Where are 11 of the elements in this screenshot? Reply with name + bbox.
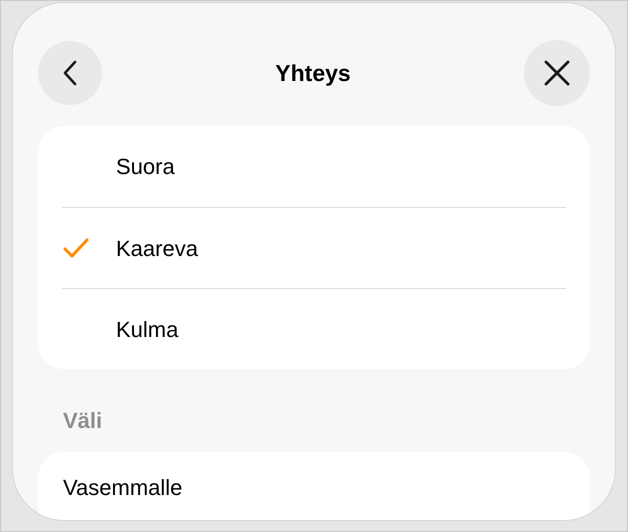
chevron-left-icon — [63, 60, 77, 86]
option-label: Kulma — [116, 316, 178, 344]
option-row[interactable]: Suora — [62, 126, 566, 207]
close-icon — [544, 60, 570, 86]
option-label: Kaareva — [116, 234, 198, 262]
dialog-title: Yhteys — [275, 58, 351, 88]
option-label: Suora — [116, 153, 175, 181]
section-heading: Väli — [63, 407, 102, 435]
spacing-label[interactable]: Vasemmalle — [63, 470, 182, 504]
option-row[interactable]: Kaareva — [62, 207, 566, 288]
option-row[interactable]: Kulma — [62, 288, 566, 369]
